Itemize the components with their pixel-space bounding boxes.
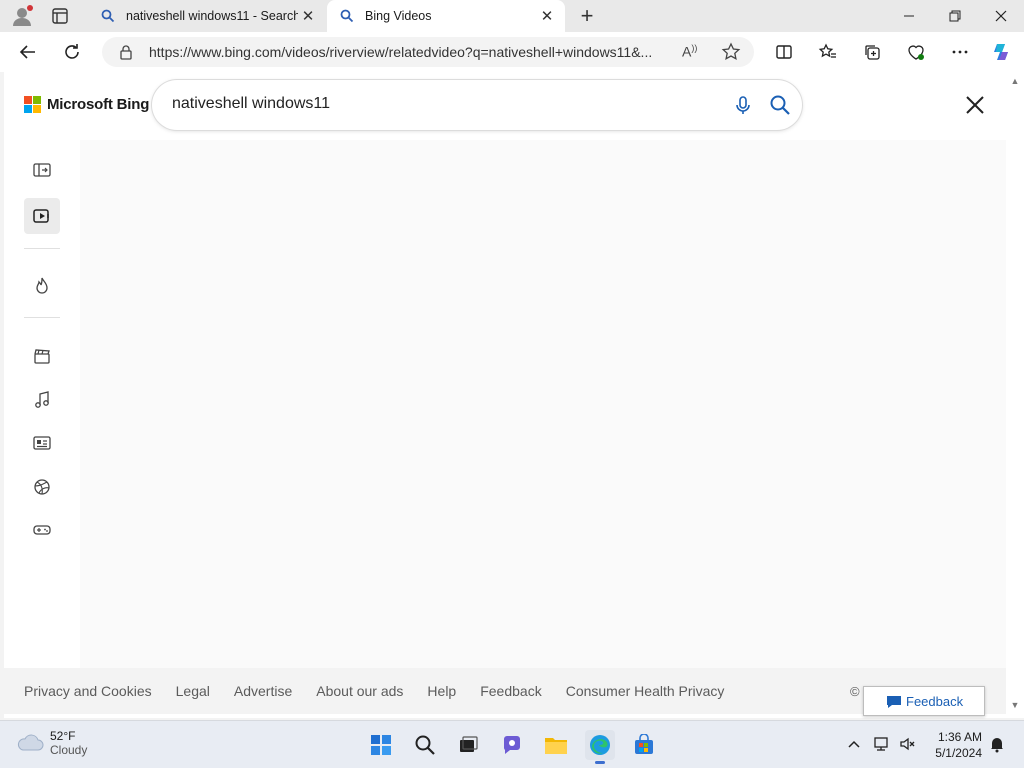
more-options-icon[interactable] <box>948 40 972 64</box>
logo-square-blue <box>24 105 32 113</box>
tab-bing-videos[interactable]: Bing Videos ✕ <box>327 0 565 32</box>
tab-search[interactable]: nativeshell windows11 - Search ✕ <box>88 0 326 32</box>
profile-avatar-icon[interactable] <box>10 4 34 28</box>
footer-link-feedback[interactable]: Feedback <box>480 683 541 699</box>
logo-square-yellow <box>33 105 41 113</box>
footer-link-about-ads[interactable]: About our ads <box>316 683 403 699</box>
music-note-icon[interactable] <box>24 382 60 418</box>
weather-condition: Cloudy <box>50 743 88 757</box>
search-input[interactable]: nativeshell windows11 <box>172 95 330 113</box>
refresh-icon[interactable] <box>60 40 84 64</box>
split-screen-icon[interactable] <box>772 40 796 64</box>
read-aloud-icon[interactable]: A)) <box>682 43 702 61</box>
network-icon[interactable] <box>873 735 891 753</box>
page-footer: Privacy and Cookies Legal Advertise Abou… <box>4 668 1006 714</box>
search-icon[interactable] <box>768 93 792 117</box>
clock-date: 5/1/2024 <box>935 746 982 760</box>
search-box[interactable]: nativeshell windows11 <box>152 80 802 130</box>
browser-toolbar: https://www.bing.com/videos/riverview/re… <box>0 32 1024 72</box>
footer-link-help[interactable]: Help <box>427 683 456 699</box>
favorite-star-icon[interactable] <box>721 42 741 62</box>
footer-link-privacy[interactable]: Privacy and Cookies <box>24 683 152 699</box>
video-play-icon[interactable] <box>24 198 60 234</box>
gamepad-icon[interactable] <box>24 512 60 548</box>
logo-square-red <box>24 96 32 104</box>
new-tab-icon[interactable]: + <box>576 3 598 28</box>
search-favicon-icon <box>339 8 355 24</box>
page-content: Microsoft Bing nativeshell windows11 Pri… <box>4 72 1008 718</box>
rail-divider <box>24 317 60 318</box>
favorites-icon[interactable] <box>816 40 840 64</box>
search-favicon-icon <box>100 8 116 24</box>
edge-icon[interactable] <box>585 730 615 764</box>
flame-icon[interactable] <box>24 268 60 304</box>
footer-link-legal[interactable]: Legal <box>176 683 210 699</box>
cloud-icon <box>17 734 44 751</box>
notifications-icon[interactable] <box>988 735 1006 753</box>
copilot-icon[interactable] <box>990 40 1014 64</box>
close-icon[interactable] <box>962 92 988 118</box>
weather-widget[interactable]: 52°F Cloudy <box>16 729 87 757</box>
news-icon[interactable] <box>24 425 60 461</box>
rail-divider <box>24 248 60 249</box>
lock-icon[interactable] <box>118 44 134 60</box>
start-icon[interactable] <box>366 730 396 760</box>
windows-taskbar: 52°F Cloudy 1:36 AM 5/1/2024 <box>0 720 1024 768</box>
chevron-up-icon[interactable] <box>845 735 863 753</box>
expand-panel-icon[interactable] <box>24 152 60 188</box>
clapperboard-icon[interactable] <box>24 338 60 374</box>
logo-text: Microsoft Bing <box>47 96 150 113</box>
search-icon[interactable] <box>410 730 440 760</box>
teams-chat-icon[interactable] <box>497 730 527 760</box>
tab-actions-icon[interactable] <box>50 6 70 26</box>
close-window-icon[interactable] <box>978 0 1024 32</box>
file-explorer-icon[interactable] <box>541 730 571 760</box>
footer-link-consumer-health[interactable]: Consumer Health Privacy <box>566 683 725 699</box>
feedback-button[interactable]: Feedback <box>863 686 985 716</box>
collections-icon[interactable] <box>860 40 884 64</box>
close-tab-icon[interactable]: ✕ <box>298 6 318 26</box>
footer-link-advertise[interactable]: Advertise <box>234 683 292 699</box>
logo-square-green <box>33 96 41 104</box>
taskbar-clock[interactable]: 1:36 AM 5/1/2024 <box>928 729 982 761</box>
back-icon[interactable] <box>16 40 40 64</box>
url-text: https://www.bing.com/videos/riverview/re… <box>149 44 653 60</box>
sports-ball-icon[interactable] <box>24 469 60 505</box>
task-view-icon[interactable] <box>453 730 483 760</box>
chat-bubble-icon <box>886 695 902 709</box>
scroll-up-arrow-icon[interactable]: ▲ <box>1009 76 1021 86</box>
store-icon[interactable] <box>629 730 659 760</box>
tab-title: Bing Videos <box>365 9 432 23</box>
restore-icon[interactable] <box>932 0 978 32</box>
minimize-icon[interactable] <box>886 0 932 32</box>
microphone-icon[interactable] <box>732 94 754 116</box>
copyright-text: © <box>850 684 860 699</box>
scroll-down-arrow-icon[interactable]: ▼ <box>1009 700 1021 710</box>
clock-time: 1:36 AM <box>937 730 982 744</box>
weather-temp: 52°F <box>50 729 76 743</box>
browser-essentials-icon[interactable] <box>904 40 928 64</box>
volume-muted-icon[interactable] <box>899 735 917 753</box>
browser-tab-strip: nativeshell windows11 - Search ✕ Bing Vi… <box>0 0 1024 32</box>
video-player-area[interactable] <box>80 140 1008 668</box>
microsoft-logo-icon <box>24 96 41 113</box>
tab-title: nativeshell windows11 - Search <box>126 9 298 23</box>
feedback-label: Feedback <box>906 693 964 709</box>
close-tab-icon[interactable]: ✕ <box>537 6 557 26</box>
bing-logo[interactable]: Microsoft Bing <box>24 96 149 113</box>
address-bar[interactable]: https://www.bing.com/videos/riverview/re… <box>102 37 754 67</box>
page-scrollbar[interactable]: ▲ ▼ <box>1006 72 1024 718</box>
